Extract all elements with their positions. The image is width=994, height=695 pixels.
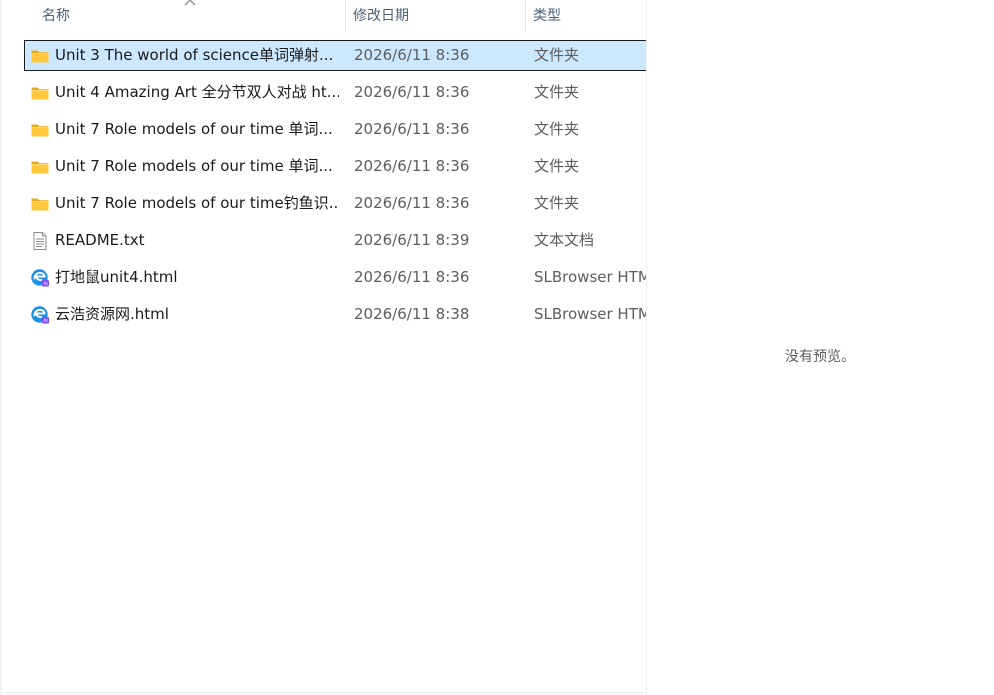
column-header-bar: 名称 修改日期 类型 — [2, 0, 646, 33]
column-divider[interactable] — [345, 0, 346, 33]
column-divider[interactable] — [525, 0, 526, 33]
file-list-pane: 名称 修改日期 类型 Unit 3 The world of science单词… — [0, 0, 646, 695]
file-row[interactable]: AI 打地鼠unit4.html 2026/6/11 8:36 SLBrowser H… — [24, 262, 646, 293]
file-row[interactable]: README.txt 2026/6/11 8:39 文本文档 — [24, 225, 646, 256]
folder-icon — [30, 83, 50, 103]
folder-icon — [30, 157, 50, 177]
file-row[interactable]: Unit 7 Role models of our time 单词... 2026… — [24, 114, 646, 145]
file-modified-date: 2026/6/11 8:36 — [354, 46, 470, 64]
preview-message: 没有预览。 — [785, 349, 855, 365]
folder-icon — [30, 120, 50, 140]
file-modified-date: 2026/6/11 8:39 — [354, 231, 470, 249]
file-row[interactable]: Unit 4 Amazing Art 全分节双人对战 ht... 2026/6/1… — [24, 77, 646, 108]
folder-icon — [30, 194, 50, 214]
file-row[interactable]: AI 云浩资源网.html 2026/6/11 8:38 SLBrowser HTML — [24, 299, 646, 330]
file-modified-date: 2026/6/11 8:36 — [354, 83, 470, 101]
file-modified-date: 2026/6/11 8:36 — [354, 194, 470, 212]
file-row[interactable]: Unit 7 Role models of our time 单词... 2026… — [24, 151, 646, 182]
text-file-icon — [30, 231, 50, 251]
file-type: SLBrowser HTML — [534, 268, 646, 286]
browser-html-icon: AI — [30, 268, 50, 288]
file-name: README.txt — [55, 231, 145, 249]
file-modified-date: 2026/6/11 8:36 — [354, 268, 470, 286]
file-name: 云浩资源网.html — [55, 305, 169, 323]
preview-pane: 没有预览。 — [646, 0, 994, 695]
column-header-modified[interactable]: 修改日期 — [347, 0, 525, 33]
file-modified-date: 2026/6/11 8:36 — [354, 120, 470, 138]
file-type: 文件夹 — [534, 120, 580, 138]
browser-html-icon: AI — [30, 305, 50, 325]
file-type: SLBrowser HTML — [534, 305, 646, 323]
file-modified-date: 2026/6/11 8:36 — [354, 157, 470, 175]
file-name: 打地鼠unit4.html — [55, 268, 178, 286]
file-type: 文件夹 — [534, 194, 580, 212]
file-row[interactable]: Unit 7 Role models of our time钓鱼识... 2026… — [24, 188, 646, 219]
file-modified-date: 2026/6/11 8:38 — [354, 305, 470, 323]
file-type: 文件夹 — [534, 46, 580, 64]
folder-icon — [30, 46, 50, 66]
file-explorer-window: 名称 修改日期 类型 Unit 3 The world of science单词… — [0, 0, 994, 695]
file-name: Unit 3 The world of science单词弹射... — [55, 46, 334, 64]
file-type: 文件夹 — [534, 83, 580, 101]
file-name: Unit 7 Role models of our time钓鱼识... — [55, 194, 339, 212]
file-type: 文本文档 — [534, 231, 595, 249]
svg-text:AI: AI — [43, 318, 48, 324]
column-header-name[interactable]: 名称 — [36, 0, 344, 33]
file-name: Unit 7 Role models of our time 单词... — [55, 157, 333, 175]
file-name: Unit 7 Role models of our time 单词... — [55, 120, 333, 138]
file-name: Unit 4 Amazing Art 全分节双人对战 ht... — [55, 83, 339, 101]
file-row[interactable]: Unit 3 The world of science单词弹射... 2026/6… — [24, 40, 646, 71]
column-header-type[interactable]: 类型 — [527, 0, 646, 33]
file-type: 文件夹 — [534, 157, 580, 175]
svg-text:AI: AI — [43, 281, 48, 287]
list-bottom-border — [2, 692, 646, 693]
